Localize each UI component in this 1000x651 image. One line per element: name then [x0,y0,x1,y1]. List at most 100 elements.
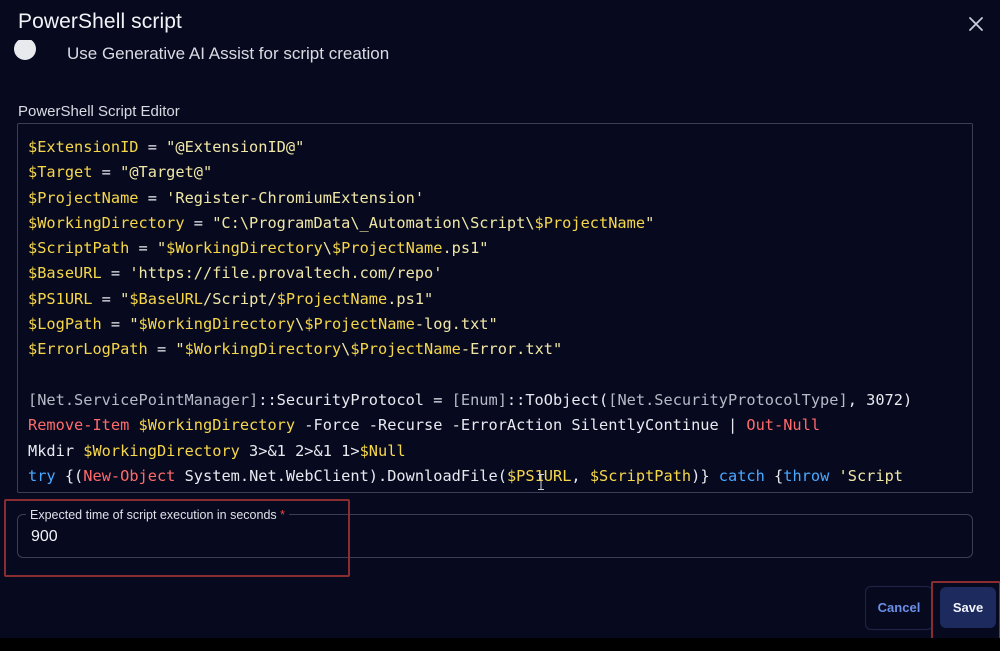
code-token: $ErrorLogPath [28,340,148,359]
code-token: = [147,340,176,359]
powershell-script-dialog: PowerShell script Use Generative AI Assi… [0,0,1000,643]
code-line: $LogPath = "$WorkingDirectory\$ProjectNa… [28,312,912,337]
code-token: $ProjectName [304,315,415,334]
code-token: $BaseURL [28,264,102,283]
code-line: [Net.ServicePointManager]::SecurityProto… [28,388,912,413]
code-token: $Target [28,163,93,182]
highlight-box-execution-time [4,499,350,577]
code-token: $WorkingDirectory [166,239,323,258]
code-line: $Target = "@Target@" [28,160,912,185]
script-editor[interactable]: $ExtensionID = "@ExtensionID@" $Target = … [17,123,973,493]
code-token: $ScriptPath [28,239,130,258]
code-token: 'https://file.provaltech.com/repo' [129,264,443,283]
code-line: $ExtensionID = "@ExtensionID@" [28,135,912,160]
code-token: = [92,289,121,308]
code-token: \ [295,315,305,334]
code-token: = [138,188,167,207]
close-icon[interactable] [964,12,988,36]
code-token: .ps1" [442,239,489,258]
code-token: -Error.txt" [460,340,563,359]
code-token: \ [341,340,351,359]
code-token: "@Target@" [120,163,213,182]
code-line: $ErrorLogPath = "$WorkingDirectory\$Proj… [28,337,912,362]
dialog-title: PowerShell script [18,10,182,33]
code-line: Remove-Item $WorkingDirectory -Force -Re… [28,413,912,438]
code-token: 'Register-ChromiumExtension' [166,188,425,207]
code-token: "@ExtensionID@" [166,138,305,156]
code-line: $BaseURL = 'https://file.provaltech.com/… [28,261,912,286]
code-token: $ExtensionID [28,138,139,156]
code-token: = [129,239,157,258]
code-line: $ScriptPath = "$WorkingDirectory\$Projec… [28,236,912,261]
ai-assist-toggle-row[interactable]: Use Generative AI Assist for script crea… [0,40,600,68]
code-line: $ProjectName = 'Register-ChromiumExtensi… [28,186,912,211]
code-token: $ProjectName [350,340,461,359]
code-token: ::ToObject( [506,390,609,409]
code-token: Out-Null [746,416,821,435]
code-token: $LogPath [28,315,102,334]
code-token: throw [783,466,830,485]
code-token: = [184,213,213,232]
highlight-box-save [931,581,1000,643]
code-token: " [175,340,185,359]
code-token: $WorkingDirectory [138,416,296,435]
code-token: [Enum] [451,390,507,409]
code-token: Mkdir [28,441,84,460]
code-token: $WorkingDirectory [28,213,185,232]
code-token: [Net.SecurityProtocolType] [608,390,848,409]
code-line: $WorkingDirectory = "C:\ProgramData\_Aut… [28,211,912,236]
code-token: \ [322,239,332,258]
code-line: $PS1URL = "$BaseURL/Script/$ProjectName.… [28,287,912,312]
code-token: Remove-Item [28,416,130,435]
code-token: , 3072) [847,390,913,409]
code-token: [Net.ServicePointManager] [28,390,259,409]
code-token: $ScriptPath [589,466,692,485]
code-token: , [571,466,590,485]
code-token: "C:\ProgramData\_Automation\Script\ [212,213,535,232]
code-token: $PS1URL [28,289,93,308]
code-token: -Force -Recurse -ErrorAction SilentlyCon… [295,416,747,435]
bottom-strip [0,638,1000,651]
code-token: System.Net.WebClient).DownloadFile( [175,466,507,485]
code-token: 3>&1 2>&1 1> [239,441,360,460]
code-token: = [138,138,167,156]
ai-assist-toggle-label: Use Generative AI Assist for script crea… [67,44,390,63]
script-editor-label: PowerShell Script Editor [18,103,180,120]
code-token: " [645,213,655,232]
code-line: Mkdir $WorkingDirectory 3>&1 2>&1 1>$Nul… [28,439,912,464]
code-token: $WorkingDirectory [138,315,296,334]
code-line: try {(New-Object System.Net.WebClient).D… [28,464,912,489]
code-token: $ProjectName [331,239,443,258]
code-token: $BaseURL [129,289,204,308]
code-token: try [28,466,56,485]
code-token: $ProjectName [534,213,646,232]
ai-assist-toggle[interactable] [14,40,36,60]
text-cursor-icon [538,474,544,490]
code-token: = [92,163,121,182]
code-token: /Script/ [203,289,277,308]
code-token: $ProjectName [276,289,388,308]
code-token: New-Object [83,466,176,485]
code-token: { [764,466,784,485]
code-token: ::SecurityProtocol = [258,390,452,409]
code-token: = [101,315,130,334]
code-token: catch [718,466,765,485]
code-token: $WorkingDirectory [83,441,240,460]
code-token: .ps1" [387,289,434,308]
script-code[interactable]: $ExtensionID = "@ExtensionID@" $Target = … [28,135,912,489]
code-token: $WorkingDirectory [184,340,342,359]
code-token: $ProjectName [28,188,139,207]
code-token: $Null [359,441,406,460]
code-token: )} [691,466,719,485]
code-token: " [156,239,167,258]
code-token: {( [55,466,84,485]
code-token: -log.txt" [414,315,498,334]
cancel-button[interactable]: Cancel [865,586,933,630]
code-token: " [129,315,139,334]
code-token: = [101,264,130,283]
code-token: " [120,289,130,308]
code-token: 'Script [838,466,904,485]
